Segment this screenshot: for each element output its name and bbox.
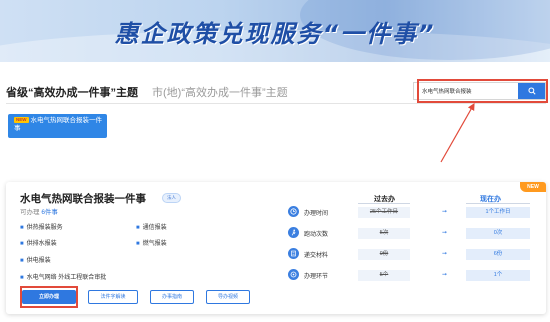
row-label: 跑动次数 (304, 232, 329, 238)
video-button[interactable]: 导办视频 (206, 290, 250, 304)
new-value: 6份 (466, 249, 530, 260)
card-new-badge: NEW (520, 182, 546, 192)
header-underline (358, 203, 410, 204)
arrow-to-search (440, 102, 475, 163)
list-item[interactable]: ■ 燃气报装 (136, 238, 167, 247)
item-count: 可办理 6件事 (20, 209, 58, 216)
row-label: 办理时间 (304, 211, 329, 217)
old-value: 5个 (358, 270, 410, 281)
card-title[interactable]: 水电气热网联合报装一件事 (20, 191, 146, 206)
header-underline (466, 203, 530, 204)
list-item[interactable]: ■ 供热报装服务 (20, 222, 63, 231)
guide-button[interactable]: 办事指南 (150, 290, 194, 304)
steps-icon (288, 269, 299, 280)
row-label: 办理环节 (304, 274, 329, 280)
list-item[interactable]: ■ 通信报装 (136, 222, 167, 231)
old-value: 9份 (358, 249, 410, 260)
service-chip[interactable]: NEW 水电气热网联合报装一件事 (8, 114, 107, 138)
legal-person-badge: 法人 (162, 193, 181, 203)
document-icon (288, 248, 299, 259)
row-label: 递交材料 (304, 253, 329, 259)
arrow-right-icon: ➞ (442, 209, 448, 215)
run-icon (288, 227, 299, 238)
arrow-right-icon: ➞ (442, 272, 448, 278)
list-item[interactable]: ■ 供电报装 (20, 255, 51, 264)
interpretation-button[interactable]: 法件字解读 (88, 290, 138, 304)
new-badge: NEW (14, 117, 29, 123)
new-value: 0次 (466, 228, 530, 239)
service-card: NEW 水电气热网联合报装一件事 法人 可办理 6件事 ■ 供热报装服务 ■ 通信报… (6, 182, 546, 314)
old-value: 5次 (358, 228, 410, 239)
old-value: 25个工作日 (358, 207, 410, 218)
list-item[interactable]: ■ 供排水报装 (20, 238, 57, 247)
new-value: 1个 (466, 270, 530, 281)
new-value: 1个工作日 (466, 207, 530, 218)
clock-icon (288, 206, 299, 217)
list-item[interactable]: ■ 水电气网络 外线工程联合审批 (20, 272, 106, 281)
arrow-right-icon: ➞ (442, 230, 448, 236)
arrow-right-icon: ➞ (442, 251, 448, 257)
apply-highlight-box (20, 286, 78, 308)
